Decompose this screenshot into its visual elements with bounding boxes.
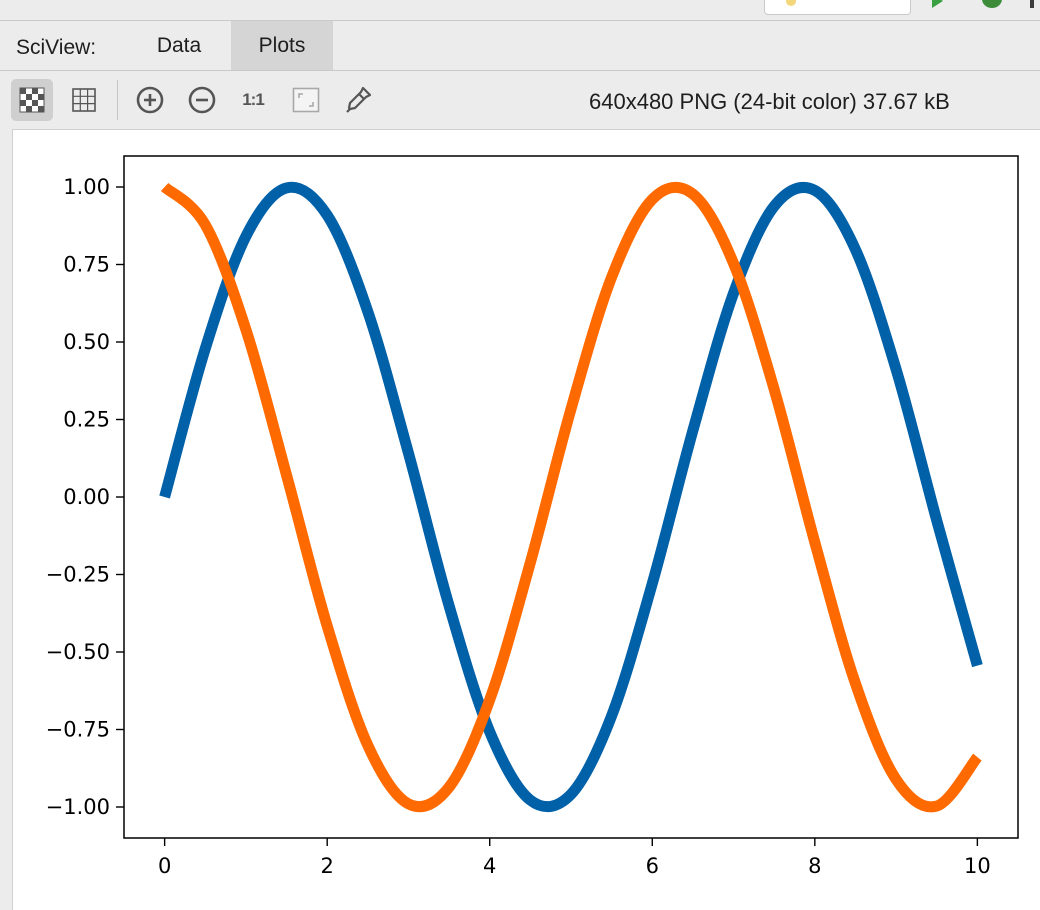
y-tick-label: −0.25 xyxy=(46,563,110,587)
x-tick-label: 6 xyxy=(646,854,659,878)
color-picker-icon xyxy=(346,86,372,113)
tab-plots[interactable]: Plots xyxy=(231,21,333,70)
fit-zoom-button[interactable] xyxy=(285,79,327,121)
x-tick-label: 10 xyxy=(964,854,991,878)
sciview-title: SciView: xyxy=(16,36,97,59)
y-tick-label: 1.00 xyxy=(63,175,110,199)
y-tick-label: 0.50 xyxy=(63,330,110,354)
line-chart: 0 2 4 6 8 10 1.00 0.75 0.50 0.25 0.00 −0.25 −0.50 −0.… xyxy=(46,155,1019,878)
tab-data[interactable]: Data xyxy=(133,21,225,70)
x-tick-label: 8 xyxy=(808,854,821,878)
axes-frame xyxy=(123,155,1019,839)
x-tick-label: 4 xyxy=(483,854,496,878)
chessboard-icon xyxy=(19,87,45,113)
plot-toolbar: 1:1 640x480 PNG (24-bit color) 37.67 kB xyxy=(0,71,1040,129)
y-tick-label: −0.75 xyxy=(46,718,110,742)
zoom-out-button[interactable] xyxy=(181,79,223,121)
actual-size-button[interactable]: 1:1 xyxy=(232,79,274,121)
window-top-strip xyxy=(0,0,1040,20)
plot-canvas: 0 2 4 6 8 10 1.00 0.75 0.50 0.25 0.00 −0.25 −0.50 −0.… xyxy=(12,129,1040,910)
y-tick-label: −1.00 xyxy=(46,795,110,819)
image-info-label: 640x480 PNG (24-bit color) 37.67 kB xyxy=(589,89,950,114)
x-tick-label: 2 xyxy=(320,854,333,878)
y-tick-label: 0.75 xyxy=(63,253,110,277)
y-tick-label: 0.00 xyxy=(63,485,110,509)
series-layer xyxy=(159,181,983,813)
series-line-0 xyxy=(159,181,983,813)
sciview-tabbar: SciView: Data Plots xyxy=(0,20,1040,71)
x-tick-label: 0 xyxy=(158,854,171,878)
series-line-1 xyxy=(160,181,982,813)
debug-icon[interactable] xyxy=(982,0,1002,8)
y-tick-label: 0.25 xyxy=(63,408,110,432)
run-icon[interactable] xyxy=(932,0,943,8)
grid-icon xyxy=(72,88,96,112)
zoom-in-icon xyxy=(136,86,164,114)
zoom-out-icon xyxy=(188,86,216,114)
color-picker-button[interactable] xyxy=(337,79,379,121)
more-icon[interactable] xyxy=(1030,0,1034,8)
ticks-layer: 0 2 4 6 8 10 1.00 0.75 0.50 0.25 0.00 −0.25 −0.50 −0.… xyxy=(46,175,991,878)
y-tick-label: −0.50 xyxy=(46,640,110,664)
chessboard-button[interactable] xyxy=(11,79,53,121)
fit-zoom-icon xyxy=(292,87,320,113)
toolbar-separator xyxy=(117,80,118,120)
zoom-in-button[interactable] xyxy=(129,79,171,121)
grid-button[interactable] xyxy=(63,79,105,121)
actual-size-icon: 1:1 xyxy=(242,90,265,109)
